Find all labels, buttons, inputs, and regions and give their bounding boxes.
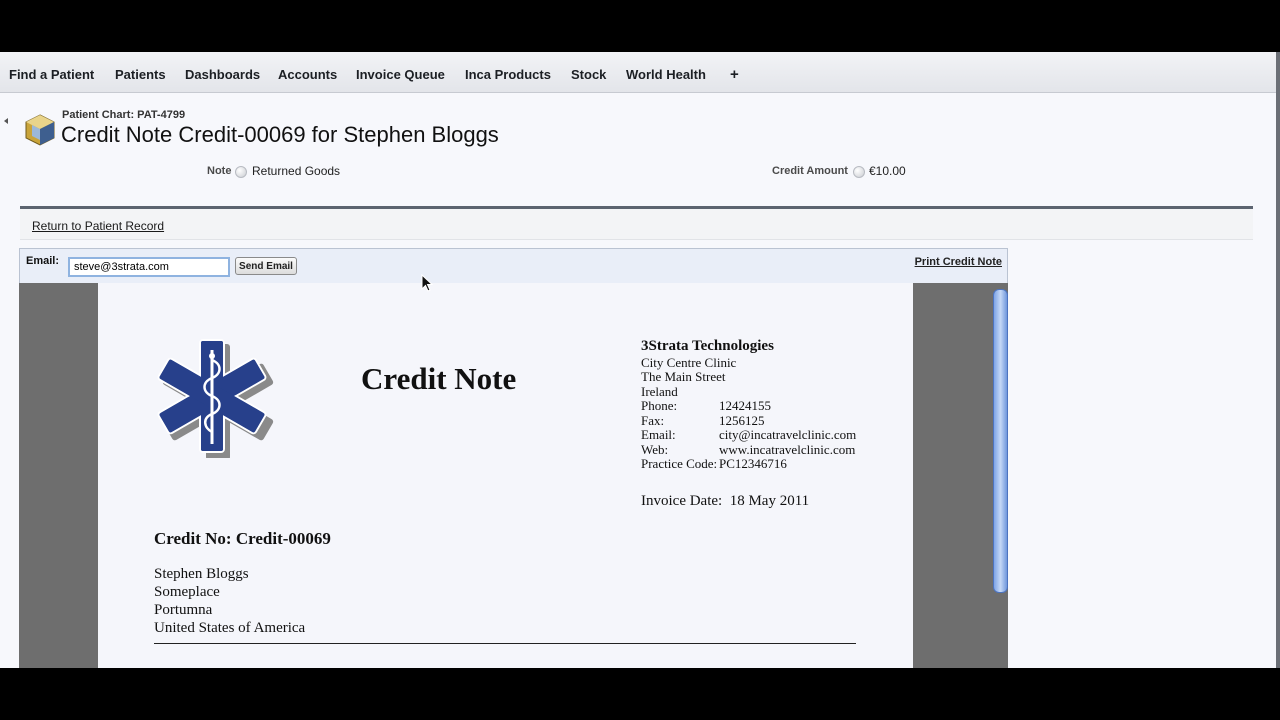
- tab-world-health[interactable]: World Health: [626, 52, 706, 92]
- contact-label: Phone:: [641, 398, 678, 413]
- recipient-line: United States of America: [154, 620, 306, 636]
- contact-label: Email:: [641, 427, 676, 442]
- patient-chart-icon: [25, 114, 55, 146]
- mouse-pointer-icon: [421, 274, 433, 292]
- document-divider: [154, 643, 856, 644]
- salesforce-app: Find a Patient Patients Dashboards Accou…: [0, 52, 1280, 668]
- top-nav: Find a Patient Patients Dashboards Accou…: [0, 52, 1276, 93]
- company-address-line: The Main Street: [641, 369, 726, 384]
- tab-patients[interactable]: Patients: [115, 52, 166, 92]
- document-title: Credit Note: [361, 361, 517, 396]
- credit-amount-label: Credit Amount: [772, 165, 848, 177]
- tab-dashboards[interactable]: Dashboards: [185, 52, 260, 92]
- collapse-sidebar-icon[interactable]: [2, 116, 8, 126]
- add-tab-button[interactable]: +: [730, 52, 739, 92]
- tab-inca-products[interactable]: Inca Products: [465, 52, 551, 92]
- tab-stock[interactable]: Stock: [571, 52, 606, 92]
- tab-accounts[interactable]: Accounts: [278, 52, 337, 92]
- recipient-line: Portumna: [154, 602, 213, 618]
- print-credit-note-link[interactable]: Print Credit Note: [915, 256, 1002, 268]
- help-dot-icon: [853, 166, 865, 178]
- contact-label: Fax:: [641, 412, 665, 428]
- contact-row: Phone: 12424155: [641, 398, 856, 414]
- breadcrumb[interactable]: Patient Chart: PAT-4799: [62, 109, 185, 121]
- page-title: Credit Note Credit-00069 for Stephen Blo…: [61, 122, 499, 147]
- contact-value: www.incatravelclinic.com: [719, 441, 856, 457]
- note-label: Note: [207, 165, 232, 177]
- credit-number: Credit No: Credit-00069: [154, 529, 331, 548]
- window-edge: [1276, 52, 1280, 668]
- contact-value: city@incatravelclinic.com: [719, 427, 857, 442]
- recipient-line: Someplace: [154, 584, 220, 600]
- recipient-line: Stephen Bloggs: [154, 566, 249, 582]
- send-email-button[interactable]: Send Email: [235, 257, 297, 275]
- help-dot-icon: [235, 166, 247, 178]
- email-panel: Email: Send Email Print Credit Note: [19, 248, 1008, 284]
- email-field[interactable]: [68, 257, 230, 277]
- contact-row: Email: city@incatravelclinic.com: [641, 427, 857, 443]
- company-name: 3Strata Technologies: [641, 338, 774, 354]
- credit-amount-value: €10.00: [869, 164, 906, 178]
- tab-find-a-patient[interactable]: Find a Patient: [9, 52, 94, 92]
- credit-note-page: Credit Note 3Strata Technologies City Ce…: [98, 283, 913, 668]
- company-block: 3Strata Technologies City Centre Clinic …: [641, 339, 856, 472]
- contact-row: Web: www.incatravelclinic.com: [641, 441, 856, 458]
- company-address-line: City Centre Clinic: [641, 354, 737, 370]
- contact-label: Practice Code:: [641, 456, 718, 471]
- invoice-date: Invoice Date: 18 May 2011: [641, 493, 810, 509]
- contact-label: Web:: [641, 441, 669, 457]
- contact-row: Practice Code: PC12346716: [641, 456, 856, 472]
- contact-value: 12424155: [719, 398, 771, 413]
- return-bar: Return to Patient Record: [20, 206, 1253, 240]
- company-address-line: Ireland: [641, 383, 678, 399]
- note-value: Returned Goods: [252, 164, 341, 178]
- contact-value: 1256125: [719, 412, 765, 428]
- star-of-life-logo: [157, 339, 274, 458]
- contact-value: PC12346716: [719, 456, 787, 471]
- recipient-address: Stephen Bloggs Someplace Portumna United…: [154, 565, 305, 637]
- viewer-scrollbar-thumb[interactable]: [993, 289, 1008, 593]
- return-to-patient-link[interactable]: Return to Patient Record: [32, 219, 164, 233]
- tab-invoice-queue[interactable]: Invoice Queue: [356, 52, 445, 92]
- contact-row: Fax: 1256125: [641, 412, 856, 429]
- email-label: Email:: [26, 255, 60, 267]
- pdf-viewer[interactable]: Credit Note 3Strata Technologies City Ce…: [19, 283, 1008, 668]
